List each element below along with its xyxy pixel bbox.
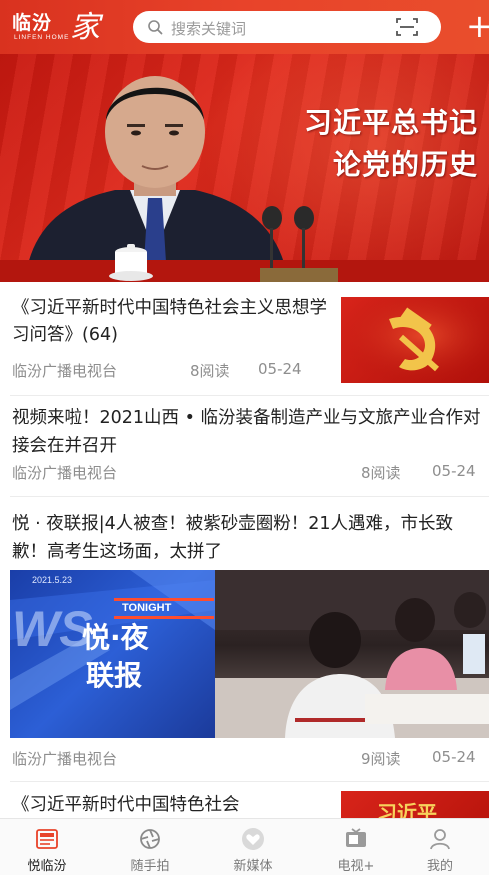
news-item[interactable]: 视频来啦！2021山西 • 临汾装备制造产业与文旅产业合作对接会在并召开 临汾广… (0, 396, 489, 496)
list-divider (10, 496, 489, 497)
tab-yue-linfen[interactable]: 悦临汾 (2, 819, 92, 875)
tab-label: 我的 (426, 859, 453, 874)
tab-suishoupai[interactable]: 随手拍 (105, 819, 195, 875)
plus-icon[interactable]: + (466, 10, 489, 44)
tab-label: 新媒体 (233, 859, 273, 874)
image-brand-top: 悦·夜 (82, 621, 149, 654)
image-brand-bottom: 联报 (86, 659, 143, 692)
list-divider (10, 781, 489, 782)
hero-banner[interactable]: 习近平总书记 论党的历史 (0, 54, 489, 282)
logo-mark: 家 (70, 10, 100, 45)
tv-icon (346, 828, 366, 847)
tab-label: 随手拍 (130, 859, 170, 874)
news-source: 临汾广播电视台 (12, 750, 118, 768)
news-icon (36, 829, 58, 849)
top-header: 临汾 家 LINFEN HOME 搜索关键词 + (0, 0, 489, 54)
news-title: 悦 · 夜联报|4人被查！被紫砂壶圈粉！21人遇难，市长致歉！高考生这场面，太拼… (12, 514, 453, 562)
tab-wode[interactable]: 我的 (395, 819, 485, 875)
news-reads: 8阅读 (361, 464, 401, 482)
students-exam-photo (215, 570, 489, 738)
news-source: 临汾广播电视台 (12, 464, 118, 482)
tab-label: 电视+ (337, 859, 375, 874)
banner-headline-line1: 习近平总书记 (303, 106, 478, 139)
hammer-sickle-icon (341, 297, 489, 383)
news-thumbnail (341, 297, 489, 383)
banner-headline-line2: 论党的历史 (332, 148, 478, 181)
news-title: 视频来啦！2021山西 • 临汾装备制造产业与文旅产业合作对接会在并召开 (12, 408, 481, 456)
logo-subtitle: LINFEN HOME (14, 34, 70, 41)
scan-icon[interactable] (396, 17, 418, 37)
news-source: 临汾广播电视台 (12, 362, 118, 380)
news-date: 05-24 (432, 462, 476, 480)
tab-label: 悦临汾 (27, 859, 67, 874)
news-item[interactable]: 《习近平新时代中国特色社会 习近平 (0, 783, 489, 831)
search-icon (148, 20, 163, 35)
search-placeholder: 搜索关键词 (171, 20, 247, 38)
app-root: 临汾 家 LINFEN HOME 搜索关键词 + 习近平总书记 论党的历史 《习… (0, 0, 489, 875)
logo-text: 临汾 (12, 12, 53, 34)
news-date: 05-24 (432, 748, 476, 766)
tab-xin-meiti[interactable]: 新媒体 (208, 819, 298, 875)
news-reads: 9阅读 (361, 750, 401, 768)
news-item[interactable]: 《习近平新时代中国特色社会主义思想学习问答》(64) 临汾广播电视台 8阅读 0… (0, 283, 489, 395)
news-meta: 临汾广播电视台 9阅读 05-24 (12, 748, 489, 768)
teacup (109, 244, 153, 281)
yueye-lianbao-graphic: 2021.5.23 WS TONIGHT 悦·夜 联报 (10, 570, 215, 738)
desk (0, 260, 489, 282)
news-item[interactable]: 悦 · 夜联报|4人被查！被紫砂壶圈粉！21人遇难，市长致歉！高考生这场面，太拼… (0, 498, 489, 782)
news-title: 《习近平新时代中国特色社会主义思想学习问答》(64) (12, 298, 327, 345)
bottom-tab-bar: 悦临汾 随手拍 新媒体 电视+ 我的 (0, 818, 489, 875)
news-title: 《习近平新时代中国特色社会 (12, 795, 240, 815)
user-icon (430, 829, 450, 850)
news-meta: 临汾广播电视台 8阅读 05-24 (12, 462, 489, 482)
banner-headline: 习近平总书记 论党的历史 (258, 102, 478, 186)
image-ws-mark: WS (12, 601, 93, 657)
students-photo-art (215, 570, 489, 738)
tab-dianshi[interactable]: 电视+ (311, 819, 401, 875)
app-logo[interactable]: 临汾 家 LINFEN HOME (12, 6, 107, 48)
image-date: 2021.5.23 (32, 575, 73, 585)
news-image: 2021.5.23 WS TONIGHT 悦·夜 联报 (10, 570, 489, 738)
search-bar[interactable]: 搜索关键词 (133, 11, 441, 43)
news-reads: 8阅读 (190, 362, 230, 380)
heart-badge-icon (242, 828, 264, 850)
image-tonight: TONIGHT (122, 602, 172, 614)
camera-shutter-icon (140, 829, 160, 849)
news-date: 05-24 (258, 360, 302, 378)
microphones (260, 206, 338, 282)
